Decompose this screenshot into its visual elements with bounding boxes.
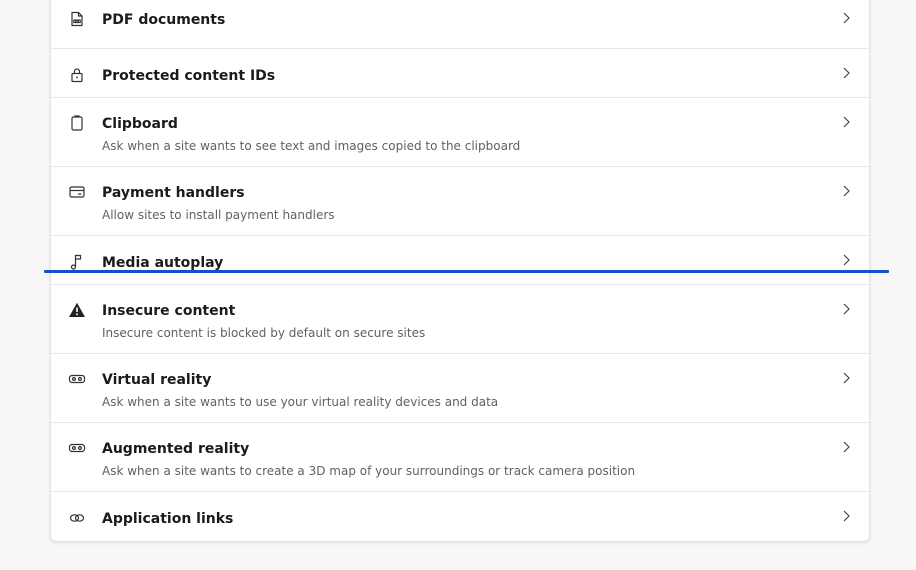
settings-row-payment-handlers[interactable]: Payment handlers Allow sites to install … <box>51 167 869 236</box>
chevron-right-icon <box>839 253 853 267</box>
settings-row-title: Payment handlers <box>102 185 245 201</box>
settings-row-description: Insecure content is blocked by default o… <box>102 326 426 340</box>
chevron-right-icon <box>839 184 853 198</box>
settings-row-description: Allow sites to install payment handlers <box>102 208 335 222</box>
chevron-right-icon <box>839 509 853 523</box>
settings-row-media-autoplay[interactable]: Media autoplay <box>51 236 869 285</box>
vr-headset-icon <box>68 370 86 388</box>
settings-row-insecure-content[interactable]: Insecure content Insecure content is blo… <box>51 285 869 354</box>
settings-row-application-links[interactable]: Application links <box>51 492 869 541</box>
settings-row-augmented-reality[interactable]: Augmented reality Ask when a site wants … <box>51 423 869 492</box>
settings-row-clipboard[interactable]: Clipboard Ask when a site wants to see t… <box>51 98 869 167</box>
settings-row-description: Ask when a site wants to use your virtua… <box>102 395 499 409</box>
settings-row-pdf-documents[interactable]: PDF documents <box>51 0 869 49</box>
pdf-document-icon <box>68 10 86 28</box>
settings-row-description: Ask when a site wants to create a 3D map… <box>102 464 636 478</box>
settings-row-title: Insecure content <box>102 303 236 319</box>
chevron-right-icon <box>839 371 853 385</box>
settings-row-title: Virtual reality <box>102 372 212 388</box>
settings-row-protected-content-ids[interactable]: Protected content IDs <box>51 49 869 98</box>
ar-headset-icon <box>68 439 86 457</box>
settings-row-title: Clipboard <box>102 116 178 132</box>
music-note-icon <box>68 253 86 271</box>
chevron-right-icon <box>839 302 853 316</box>
settings-row-title: Application links <box>102 511 234 527</box>
link-icon <box>68 509 86 527</box>
lock-icon <box>68 66 86 84</box>
drop-indicator-line <box>44 270 889 273</box>
chevron-right-icon <box>839 66 853 80</box>
card-icon <box>68 183 86 201</box>
settings-row-title: Protected content IDs <box>102 68 276 84</box>
settings-row-title: Augmented reality <box>102 441 250 457</box>
warning-icon <box>68 301 86 319</box>
settings-row-description: Ask when a site wants to see text and im… <box>102 139 521 153</box>
settings-row-title: PDF documents <box>102 12 226 28</box>
settings-row-virtual-reality[interactable]: Virtual reality Ask when a site wants to… <box>51 354 869 423</box>
chevron-right-icon <box>839 11 853 25</box>
chevron-right-icon <box>839 440 853 454</box>
clipboard-icon <box>68 114 86 132</box>
chevron-right-icon <box>839 115 853 129</box>
